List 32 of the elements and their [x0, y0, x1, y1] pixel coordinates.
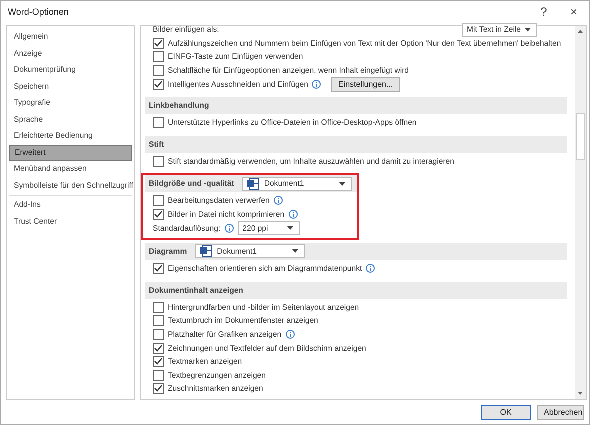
checkbox[interactable]: [153, 51, 164, 62]
caret-icon: [292, 249, 300, 254]
caret-icon: [339, 182, 346, 186]
checkbox[interactable]: [153, 263, 164, 274]
scroll-up-icon[interactable]: [578, 30, 583, 33]
window-title: Word-Optionen: [8, 7, 69, 17]
checkbox[interactable]: [153, 65, 164, 76]
caret-icon: [525, 28, 531, 32]
help-button[interactable]: ?: [529, 1, 559, 23]
scrollbar[interactable]: [575, 26, 586, 399]
checkbox[interactable]: [153, 383, 164, 394]
checkbox[interactable]: [153, 315, 164, 326]
checkbox[interactable]: [153, 38, 164, 49]
checkbox[interactable]: [153, 209, 164, 220]
checkbox[interactable]: [153, 302, 164, 313]
checkbox[interactable]: [153, 195, 164, 206]
checkbox[interactable]: [153, 342, 164, 354]
checkbox[interactable]: [153, 370, 164, 381]
checkbox[interactable]: [153, 329, 164, 340]
checkbox[interactable]: [153, 78, 164, 90]
dialog-button[interactable]: OK: [481, 404, 531, 420]
scroll-thumb[interactable]: [576, 113, 585, 160]
settings-button[interactable]: Einstellungen...: [331, 76, 400, 92]
scroll-down-icon[interactable]: [578, 392, 583, 395]
caret-icon: [286, 226, 294, 230]
dialog-button[interactable]: Abbrechen: [537, 404, 584, 420]
checkbox[interactable]: [153, 356, 164, 368]
checkbox[interactable]: [153, 156, 164, 167]
close-button[interactable]: ×: [559, 1, 589, 23]
checkbox[interactable]: [153, 117, 164, 128]
document-icon: [200, 245, 214, 258]
document-icon: [247, 178, 260, 190]
